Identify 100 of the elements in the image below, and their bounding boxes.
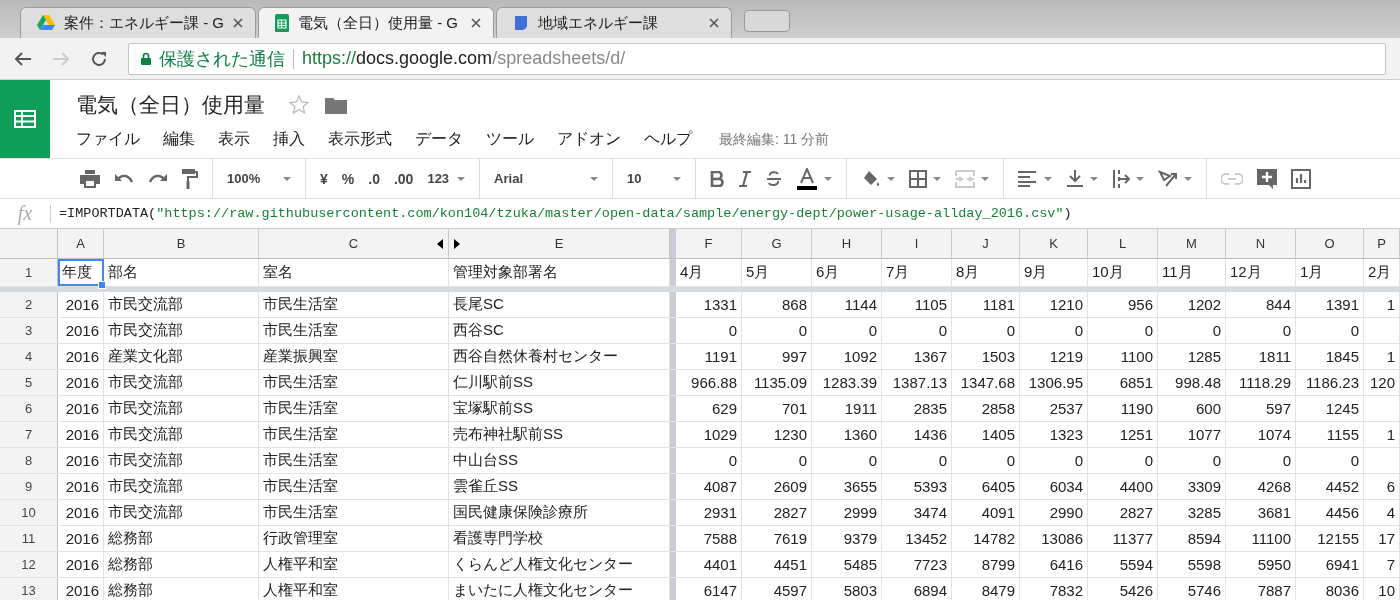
- table-cell[interactable]: 2月: [1364, 259, 1400, 286]
- table-cell[interactable]: 1811: [1226, 344, 1296, 369]
- table-cell[interactable]: 2609: [742, 474, 812, 499]
- table-cell[interactable]: 5426: [1088, 578, 1158, 600]
- table-cell[interactable]: 5598: [1158, 552, 1226, 577]
- table-cell[interactable]: 4月: [676, 259, 742, 286]
- print-icon[interactable]: [80, 169, 100, 188]
- table-cell[interactable]: 7887: [1226, 578, 1296, 600]
- table-cell[interactable]: 市民生活室: [259, 292, 449, 317]
- table-cell[interactable]: 6405: [952, 474, 1020, 499]
- table-cell[interactable]: 1155: [1296, 422, 1364, 447]
- table-cell[interactable]: 2931: [676, 500, 742, 525]
- table-cell[interactable]: 市民交流部: [104, 448, 259, 473]
- table-cell[interactable]: 1347.68: [952, 370, 1020, 395]
- table-cell[interactable]: 120: [1364, 370, 1400, 395]
- column-header[interactable]: L: [1088, 229, 1158, 258]
- table-cell[interactable]: 4401: [676, 552, 742, 577]
- table-cell[interactable]: 0: [1226, 318, 1296, 343]
- table-cell[interactable]: 6851: [1088, 370, 1158, 395]
- table-cell[interactable]: 年度: [58, 259, 104, 286]
- table-cell[interactable]: 0: [1226, 448, 1296, 473]
- table-cell[interactable]: 5月: [742, 259, 812, 286]
- address-bar[interactable]: 保護された通信 https://docs.google.com/spreadsheets/d/: [128, 42, 1386, 75]
- table-cell[interactable]: 5594: [1088, 552, 1158, 577]
- table-cell[interactable]: 7588: [676, 526, 742, 551]
- table-cell[interactable]: 4087: [676, 474, 742, 499]
- table-cell[interactable]: 4456: [1296, 500, 1364, 525]
- table-cell[interactable]: 6: [1364, 474, 1400, 499]
- table-cell[interactable]: 4451: [742, 552, 812, 577]
- table-cell[interactable]: 4268: [1226, 474, 1296, 499]
- table-cell[interactable]: 7月: [882, 259, 952, 286]
- table-cell[interactable]: 13452: [882, 526, 952, 551]
- close-icon[interactable]: [471, 18, 481, 28]
- number-format-dropdown[interactable]: 123: [427, 171, 466, 186]
- table-cell[interactable]: 9379: [812, 526, 882, 551]
- column-header[interactable]: P: [1364, 229, 1400, 258]
- zoom-dropdown[interactable]: 100%: [227, 171, 291, 186]
- table-cell[interactable]: 8799: [952, 552, 1020, 577]
- table-cell[interactable]: 1436: [882, 422, 952, 447]
- row-header[interactable]: 4: [0, 344, 58, 369]
- hidden-column-arrow-icon[interactable]: [437, 239, 443, 249]
- table-cell[interactable]: 1186.23: [1296, 370, 1364, 395]
- column-header[interactable]: K: [1020, 229, 1088, 258]
- table-cell[interactable]: 1077: [1158, 422, 1226, 447]
- table-cell[interactable]: 6416: [1020, 552, 1088, 577]
- table-cell[interactable]: 11月: [1158, 259, 1226, 286]
- table-cell[interactable]: 0: [812, 448, 882, 473]
- table-cell[interactable]: 1391: [1296, 292, 1364, 317]
- table-cell[interactable]: 1029: [676, 422, 742, 447]
- table-cell[interactable]: 1074: [1226, 422, 1296, 447]
- table-cell[interactable]: 0: [882, 448, 952, 473]
- table-cell[interactable]: 5393: [882, 474, 952, 499]
- menu-item[interactable]: ファイル: [76, 129, 140, 150]
- font-size-dropdown[interactable]: 10: [627, 171, 682, 186]
- row-header[interactable]: 10: [0, 500, 58, 525]
- table-cell[interactable]: 1911: [812, 396, 882, 421]
- row-header[interactable]: 8: [0, 448, 58, 473]
- formula-text[interactable]: =IMPORTDATA("https://raw.githubusercontent.com/kon104/tzuka/master/open-data/sample/energy-dept/power-usage-allday_2016.csv"): [59, 206, 1072, 221]
- column-header[interactable]: H: [812, 229, 882, 258]
- table-cell[interactable]: 5803: [812, 578, 882, 600]
- font-dropdown[interactable]: Arial: [494, 171, 599, 186]
- table-cell[interactable]: 8594: [1158, 526, 1226, 551]
- italic-icon[interactable]: [738, 170, 753, 187]
- table-cell[interactable]: 1190: [1088, 396, 1158, 421]
- table-cell[interactable]: 0: [742, 318, 812, 343]
- column-header[interactable]: G: [742, 229, 812, 258]
- table-cell[interactable]: 行政管理室: [259, 526, 449, 551]
- currency-button[interactable]: ¥: [320, 170, 328, 187]
- table-cell[interactable]: 5485: [812, 552, 882, 577]
- table-cell[interactable]: 8479: [952, 578, 1020, 600]
- table-cell[interactable]: 0: [1088, 318, 1158, 343]
- table-cell[interactable]: 966.88: [676, 370, 742, 395]
- table-cell[interactable]: 2858: [952, 396, 1020, 421]
- menu-item[interactable]: 表示形式: [328, 129, 392, 150]
- chart-icon[interactable]: [1291, 168, 1312, 189]
- table-cell[interactable]: 総務部: [104, 578, 259, 600]
- table-cell[interactable]: 1306.95: [1020, 370, 1088, 395]
- increase-decimals-button[interactable]: .00: [393, 170, 414, 187]
- table-cell[interactable]: 956: [1088, 292, 1158, 317]
- table-cell[interactable]: 2016: [58, 500, 104, 525]
- column-header[interactable]: I: [882, 229, 952, 258]
- table-cell[interactable]: 2016: [58, 292, 104, 317]
- table-cell[interactable]: 人権平和室: [259, 578, 449, 600]
- table-cell[interactable]: 9月: [1020, 259, 1088, 286]
- row-header[interactable]: 5: [0, 370, 58, 395]
- table-cell[interactable]: 7619: [742, 526, 812, 551]
- column-header[interactable]: O: [1296, 229, 1364, 258]
- last-edit-link[interactable]: 最終編集: 11 分前: [719, 130, 830, 149]
- table-cell[interactable]: 部名: [104, 259, 259, 286]
- table-cell[interactable]: 2016: [58, 448, 104, 473]
- column-header[interactable]: J: [952, 229, 1020, 258]
- table-cell[interactable]: 868: [742, 292, 812, 317]
- table-cell[interactable]: 1105: [882, 292, 952, 317]
- table-cell[interactable]: 1367: [882, 344, 952, 369]
- table-cell[interactable]: 6034: [1020, 474, 1088, 499]
- table-cell[interactable]: 産業文化部: [104, 344, 259, 369]
- column-header[interactable]: B: [104, 229, 259, 258]
- table-cell[interactable]: 14782: [952, 526, 1020, 551]
- row-header[interactable]: 2: [0, 292, 58, 317]
- close-icon[interactable]: [233, 18, 243, 28]
